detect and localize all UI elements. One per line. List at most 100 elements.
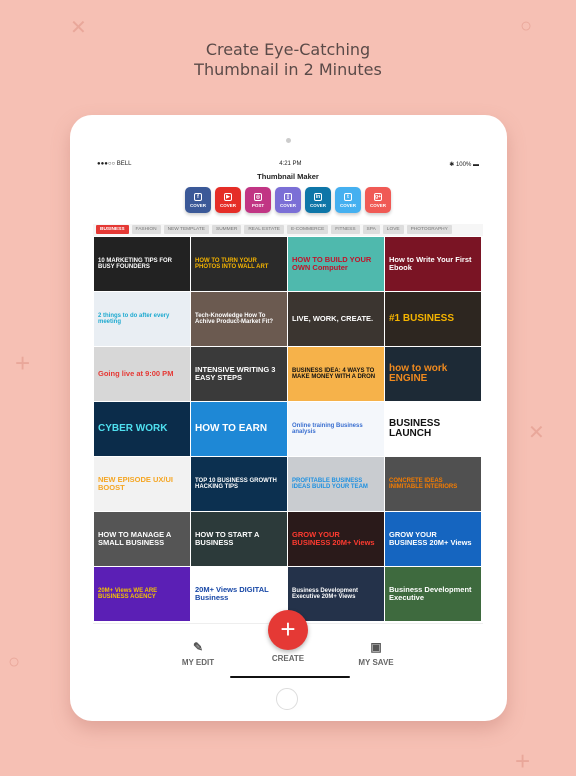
thumbnail-text: CONCRETE IDEAS INIMITABLE INTERIORS	[389, 477, 458, 490]
thumbnail-text: Tech-Knowledge How To Achive Product-Mar…	[195, 312, 274, 325]
thumbnail-template[interactable]: HOW TO MANAGE A SMALL BUSINESS	[94, 512, 190, 566]
thumbnail-text: BUSINESS LAUNCH	[389, 417, 441, 439]
thumbnail-template[interactable]: HOW TO BUILD YOUR OWN Computer	[288, 237, 384, 291]
thumbnail-template[interactable]: 20M+ Views DIGITAL Business	[191, 567, 287, 621]
thumbnail-text: 2 things to do after every meeting	[98, 312, 170, 325]
social-label: COVER	[369, 202, 386, 208]
create-button[interactable]: +	[268, 610, 308, 650]
bottom-nav: ✎ MY EDIT + CREATE ▣ MY SAVE	[93, 610, 483, 678]
tab-real-estate[interactable]: REAL ESTATE	[244, 225, 284, 234]
tab-spa[interactable]: SPA	[362, 225, 380, 234]
thumbnail-template[interactable]: GROW YOUR BUSINESS 20M+ Views	[288, 512, 384, 566]
tab-e-commerce[interactable]: E-COMMERCE	[286, 225, 329, 234]
thumbnail-text: HOW TO EARN	[195, 422, 268, 434]
social-label: COVER	[279, 202, 296, 208]
camera	[286, 138, 291, 143]
thumbnail-template[interactable]: Going live at 9:00 PM	[94, 347, 190, 401]
thumbnail-text: How to Write Your First Ebook	[389, 255, 472, 272]
thumbnail-text: INTENSIVE WRITING 3 EASY STEPS	[195, 365, 276, 382]
thumbnail-template[interactable]: PROFITABLE BUSINESS IDEAS BUILD YOUR TEA…	[288, 457, 384, 511]
headline: Create Eye-Catching Thumbnail in 2 Minut…	[0, 40, 576, 80]
thumbnail-template[interactable]: #1 BUSINESS	[385, 292, 481, 346]
thumbnail-template[interactable]: BUSINESS IDEA: 4 WAYS TO MAKE MONEY WITH…	[288, 347, 384, 401]
book-icon: ▯	[284, 192, 292, 201]
tab-new-template[interactable]: NEW TEMPLATE	[163, 225, 209, 234]
social-label: COVER	[309, 202, 326, 208]
decor-x-icon: ✕	[528, 422, 545, 444]
clock: 4:21 PM	[279, 161, 302, 167]
thumbnail-template[interactable]: LIVE, WORK, CREATE.	[288, 292, 384, 346]
app-title: Thumbnail Maker	[257, 172, 319, 181]
linkedin-icon: in	[314, 192, 322, 201]
thumbnail-template[interactable]: Tech-Knowledge How To Achive Product-Mar…	[191, 292, 287, 346]
tab-photography[interactable]: PHOTOGRAPHY	[406, 225, 452, 234]
google-plus-icon: g+	[374, 192, 382, 201]
decor-circle-icon: ○	[8, 651, 21, 673]
thumbnail-text: PROFITABLE BUSINESS IDEAS BUILD YOUR TEA…	[292, 477, 368, 490]
thumbnail-text: GROW YOUR BUSINESS 20M+ Views	[292, 530, 375, 547]
twitter-icon: t	[344, 192, 352, 201]
thumbnail-template[interactable]: 2 things to do after every meeting	[94, 292, 190, 346]
image-icon: ▣	[370, 640, 382, 654]
thumbnail-template[interactable]: TOP 10 BUSINESS GROWTH HACKING TIPS	[191, 457, 287, 511]
thumbnail-text: BUSINESS IDEA: 4 WAYS TO MAKE MONEY WITH…	[292, 367, 376, 380]
thumbnail-text: Business Development Executive 20M+ View…	[292, 587, 359, 600]
thumbnail-template[interactable]: HOW TO START A BUSINESS	[191, 512, 287, 566]
thumbnail-template[interactable]: 10 MARKETING TIPS FOR BUSY FOUNDERS	[94, 237, 190, 291]
social-label: COVER	[339, 202, 356, 208]
thumbnail-text: Online training Business analysis	[292, 422, 363, 435]
thumbnail-template[interactable]: GROW YOUR BUSINESS 20M+ Views	[385, 512, 481, 566]
social-linkedin-button[interactable]: in COVER	[305, 187, 331, 213]
social-template-types: f COVER ▶ COVER ◎ POST ▯ COVER in COVER t COVER g+ CO…	[93, 187, 483, 213]
thumbnail-template[interactable]: How to Write Your First Ebook	[385, 237, 481, 291]
social-book-button[interactable]: ▯ COVER	[275, 187, 301, 213]
decor-circle-icon: ○	[520, 15, 533, 37]
thumbnail-template[interactable]: Online training Business analysis	[288, 402, 384, 456]
social-twitter-button[interactable]: t COVER	[335, 187, 361, 213]
thumbnail-text: Going live at 9:00 PM	[98, 369, 174, 379]
thumbnail-template[interactable]: Business Development Executive 20M+ View…	[288, 567, 384, 621]
decor-x-icon: ✕	[70, 17, 87, 39]
social-facebook-button[interactable]: f COVER	[185, 187, 211, 213]
tab-fitness[interactable]: FITNESS	[331, 225, 360, 234]
thumbnail-template[interactable]: NEW EPISODE UX/UI BOOST	[94, 457, 190, 511]
thumbnail-text: how to work ENGINE	[389, 362, 448, 384]
thumbnail-text: HOW TO BUILD YOUR OWN Computer	[292, 255, 372, 272]
thumbnail-template[interactable]: HOW TO TURN YOUR PHOTOS INTO WALL ART	[191, 237, 287, 291]
social-label: POST	[251, 202, 265, 208]
thumbnail-text: LIVE, WORK, CREATE.	[292, 314, 374, 324]
tab-fashion[interactable]: FASHION	[131, 225, 161, 234]
decor-plus-icon: +	[15, 348, 31, 378]
thumbnail-template[interactable]: BUSINESS LAUNCH	[385, 402, 481, 456]
thumbnail-text: HOW TO TURN YOUR PHOTOS INTO WALL ART	[195, 257, 269, 270]
thumbnail-text: HOW TO START A BUSINESS	[195, 530, 260, 547]
nav-my-save[interactable]: ▣ MY SAVE	[346, 640, 406, 667]
thumbnail-text: TOP 10 BUSINESS GROWTH HACKING TIPS	[195, 477, 277, 490]
nav-my-edit[interactable]: ✎ MY EDIT	[168, 640, 228, 667]
decor-plus-icon: +	[515, 746, 531, 776]
tab-business[interactable]: BUSINESS	[96, 225, 129, 234]
pencil-icon: ✎	[192, 640, 204, 654]
social-label: COVER	[189, 202, 206, 208]
thumbnail-template[interactable]: HOW TO EARN	[191, 402, 287, 456]
headline-line-1: Create Eye-Catching	[205, 40, 371, 59]
thumbnail-template[interactable]: 20M+ Views WE ARE BUSINESS AGENCY	[94, 567, 190, 621]
social-google-plus-button[interactable]: g+ COVER	[365, 187, 391, 213]
thumbnail-template[interactable]: Business Development Executive	[385, 567, 481, 621]
tablet-frame: ●●●○○ BELL 4:21 PM ✱ 100% ▬ Thumbnail Ma…	[70, 115, 507, 721]
thumbnail-text: #1 BUSINESS	[389, 312, 455, 324]
carrier: ●●●○○ BELL	[97, 161, 132, 167]
social-instagram-button[interactable]: ◎ POST	[245, 187, 271, 213]
thumbnail-text: 20M+ Views DIGITAL Business	[195, 585, 269, 602]
home-button[interactable]	[276, 688, 298, 710]
tab-summer[interactable]: SUMMER	[212, 225, 242, 234]
thumbnail-template[interactable]: INTENSIVE WRITING 3 EASY STEPS	[191, 347, 287, 401]
thumbnail-text: Business Development Executive	[389, 585, 472, 602]
thumbnail-template[interactable]: CYBER WORK	[94, 402, 190, 456]
thumbnail-template[interactable]: CONCRETE IDEAS INIMITABLE INTERIORS	[385, 457, 481, 511]
tab-love[interactable]: LOVE	[382, 225, 404, 234]
nav-create-label[interactable]: CREATE	[258, 654, 318, 663]
thumbnail-template[interactable]: how to work ENGINE	[385, 347, 481, 401]
social-youtube-button[interactable]: ▶ COVER	[215, 187, 241, 213]
thumbnail-text: NEW EPISODE UX/UI BOOST	[98, 475, 174, 492]
